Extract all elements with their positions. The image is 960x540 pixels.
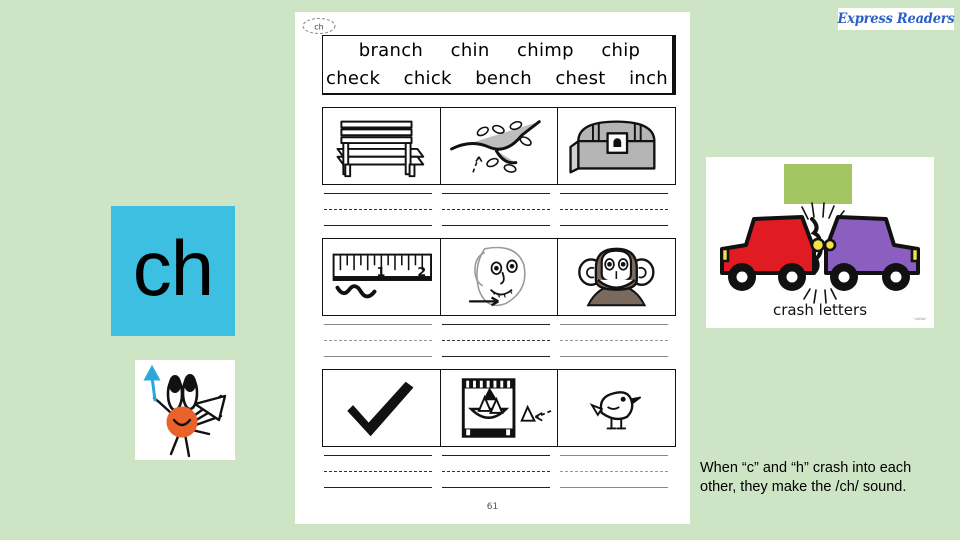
writing-line-chin[interactable]	[440, 323, 558, 369]
ch-tile-letters: ch	[132, 224, 214, 312]
chin-face-icon	[468, 246, 526, 307]
svg-text:\u00a0: \u00a0	[914, 317, 925, 321]
word-bench: bench	[475, 68, 532, 90]
express-readers-logo: Express Readers	[837, 8, 955, 30]
writing-line-chips[interactable]	[440, 454, 558, 500]
word-branch: branch	[358, 39, 424, 61]
word-list-row-2: check chick bench chest inch	[323, 65, 672, 94]
page-number: 61	[486, 502, 499, 512]
word-list-row-1: branch chin chimp chip	[323, 36, 672, 65]
grid-row-1	[322, 107, 677, 238]
ch-focus-tile: ch	[111, 206, 235, 336]
caption-text: When “c” and “h” crash into each other, …	[700, 460, 912, 496]
svg-text:2: 2	[417, 264, 426, 279]
picture-cell-chick[interactable]	[557, 370, 677, 446]
chimp-icon	[578, 247, 655, 307]
slide-canvas: Express Readers ch ch branch chin chimp …	[0, 0, 960, 540]
writing-line-chest[interactable]	[558, 192, 676, 238]
word-inch: inch	[629, 68, 668, 90]
logo-text: Express Readers	[837, 11, 955, 27]
picture-cell-branch[interactable]	[439, 108, 559, 184]
bench-icon	[336, 120, 425, 178]
bug-mascot-icon	[143, 364, 227, 458]
writing-line-chick[interactable]	[558, 454, 676, 500]
writing-line-branch[interactable]	[440, 192, 558, 238]
crash-letters-card: crash letters \u00a0	[706, 157, 934, 328]
check-mark-icon	[347, 381, 414, 437]
word-chick: chick	[403, 68, 452, 90]
writing-line-inch[interactable]	[322, 323, 440, 369]
picture-cell-bench[interactable]	[322, 108, 441, 184]
svg-text:1: 1	[376, 264, 385, 279]
writing-line-check[interactable]	[322, 454, 440, 500]
svg-text:crash letters: crash letters	[773, 301, 867, 319]
branch-icon	[449, 120, 541, 173]
word-chip: chip	[601, 39, 641, 61]
writing-line-bench[interactable]	[322, 192, 440, 238]
svg-text:ch: ch	[314, 23, 323, 32]
chick-icon	[589, 391, 642, 430]
crash-letters-illustration: crash letters \u00a0	[706, 157, 934, 328]
picture-cell-inch[interactable]: 1 2	[322, 239, 441, 315]
word-check: check	[326, 68, 381, 90]
inch-ruler-icon: 1 2	[332, 253, 433, 299]
word-list-box: branch chin chimp chip check chick bench…	[322, 35, 676, 95]
chest-icon	[569, 120, 656, 174]
picture-answer-grid: 1 2	[322, 107, 677, 502]
picture-cell-check[interactable]	[322, 370, 441, 446]
writing-line-chimp[interactable]	[558, 323, 676, 369]
picture-cell-chips[interactable]	[439, 370, 559, 446]
word-chimp: chimp	[517, 39, 574, 61]
ch-badge: ch	[301, 16, 337, 36]
writing-lines-row-1	[322, 185, 676, 238]
picture-cell-chimp[interactable]	[557, 239, 677, 315]
chips-bag-icon	[461, 378, 551, 438]
worksheet-page: ch branch chin chimp chip check chick be…	[295, 12, 690, 524]
bug-mascot-card	[135, 360, 235, 460]
writing-lines-row-2	[322, 316, 676, 369]
word-chest: chest	[555, 68, 606, 90]
writing-lines-row-3	[322, 447, 676, 500]
grid-row-3	[322, 369, 677, 500]
word-chin: chin	[450, 39, 490, 61]
grid-row-2: 1 2	[322, 238, 677, 369]
picture-cell-chin[interactable]	[439, 239, 559, 315]
picture-cell-chest[interactable]	[557, 108, 677, 184]
